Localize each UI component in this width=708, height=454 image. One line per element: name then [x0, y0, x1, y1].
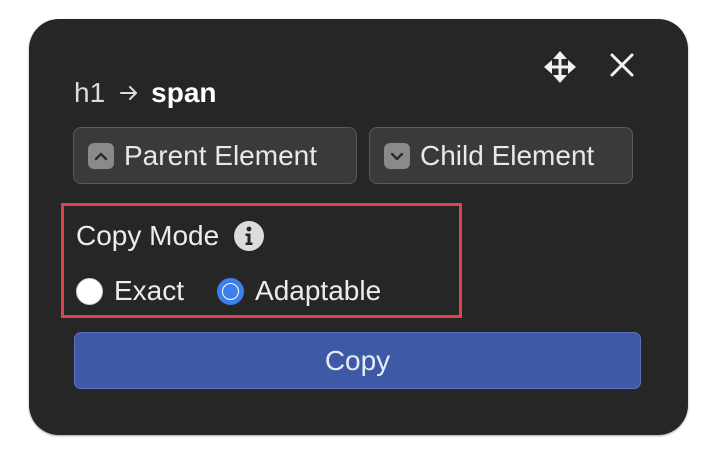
radio-exact[interactable] [76, 277, 103, 305]
move-icon [544, 51, 576, 83]
copy-mode-section: Copy Mode Exact Adaptable [61, 203, 462, 318]
copy-element-panel: h1 span Parent Element Child Element Cop… [29, 19, 688, 435]
info-icon[interactable] [233, 220, 265, 252]
close-button[interactable] [602, 45, 642, 85]
child-element-button[interactable]: Child Element [369, 127, 633, 184]
radio-adaptable-label: Adaptable [255, 275, 382, 306]
breadcrumb-parent-tag: h1 [74, 77, 106, 108]
radio-option-exact[interactable]: Exact [76, 275, 184, 307]
element-breadcrumb: h1 span [74, 75, 217, 111]
radio-exact-label: Exact [114, 275, 185, 306]
close-icon [610, 53, 634, 77]
chevron-up-icon [88, 142, 114, 169]
radio-adaptable[interactable] [217, 277, 245, 305]
radio-option-adaptable[interactable]: Adaptable [217, 275, 381, 307]
arrow-right-icon [119, 85, 139, 101]
move-button[interactable] [540, 47, 580, 87]
child-element-label: Child Element [420, 139, 595, 171]
copy-button[interactable]: Copy [74, 332, 641, 389]
copy-mode-heading: Copy Mode [76, 218, 265, 254]
parent-element-label: Parent Element [124, 139, 317, 171]
parent-element-button[interactable]: Parent Element [73, 127, 357, 184]
copy-mode-options: Exact Adaptable [76, 274, 381, 308]
copy-mode-title: Copy Mode [76, 220, 220, 251]
chevron-down-icon [384, 142, 410, 169]
breadcrumb-current-tag: span [151, 77, 217, 108]
